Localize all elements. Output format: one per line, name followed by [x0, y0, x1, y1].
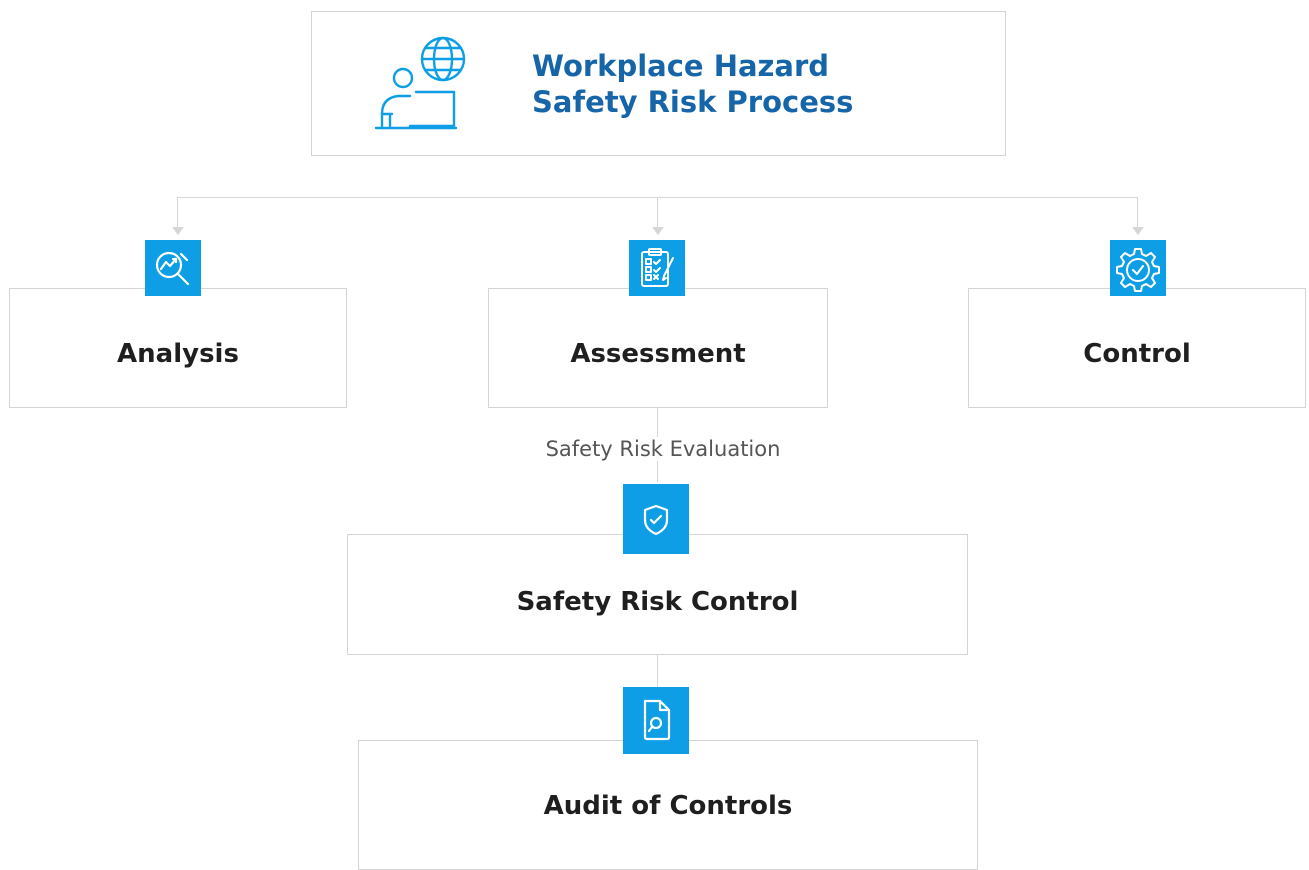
analysis-node: Analysis [9, 288, 347, 408]
branch-connector-assessment [657, 197, 658, 227]
assessment-label: Assessment [570, 339, 746, 369]
analysis-label: Analysis [117, 339, 239, 369]
arrowhead-control [1132, 227, 1144, 235]
arrowhead-analysis [172, 227, 184, 235]
control-label: Control [1083, 339, 1191, 369]
safety-risk-evaluation-label: Safety Risk Evaluation [490, 437, 836, 461]
person-at-laptop-globe-icon [372, 32, 468, 132]
shield-check-icon [623, 484, 689, 554]
branch-connector-analysis [177, 197, 178, 227]
page-title: Workplace Hazard Safety Risk Process [532, 48, 853, 120]
page-title-line2: Safety Risk Process [532, 85, 854, 119]
control-node: Control [968, 288, 1306, 408]
branch-connector-control [1137, 197, 1138, 227]
audit-of-controls-node: Audit of Controls [358, 740, 978, 870]
connector-risk-control-to-audit [657, 655, 658, 687]
safety-risk-control-label: Safety Risk Control [516, 587, 799, 617]
magnifier-trend-icon [145, 240, 201, 296]
assessment-node: Assessment [488, 288, 828, 408]
page-title-line1: Workplace Hazard [532, 49, 830, 83]
arrowhead-assessment [652, 227, 664, 235]
clipboard-checklist-icon [629, 240, 685, 296]
gear-check-icon [1110, 240, 1166, 296]
document-search-icon [623, 687, 689, 754]
audit-of-controls-label: Audit of Controls [543, 791, 793, 821]
